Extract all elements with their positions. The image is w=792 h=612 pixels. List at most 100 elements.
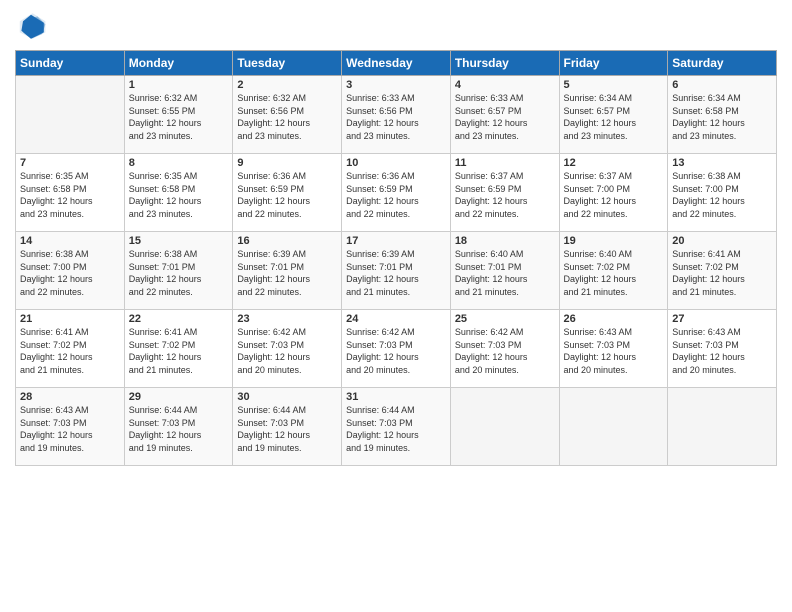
day-number: 20: [672, 235, 772, 247]
day-number: 29: [129, 391, 229, 403]
day-number: 27: [672, 313, 772, 325]
day-info: Sunrise: 6:38 AM Sunset: 7:01 PM Dayligh…: [129, 248, 229, 298]
day-number: 17: [346, 235, 446, 247]
day-number: 19: [564, 235, 664, 247]
logo-icon: [15, 10, 47, 42]
calendar-cell: 21Sunrise: 6:41 AM Sunset: 7:02 PM Dayli…: [16, 310, 125, 388]
weekday-header-friday: Friday: [559, 51, 668, 76]
calendar-cell: 23Sunrise: 6:42 AM Sunset: 7:03 PM Dayli…: [233, 310, 342, 388]
day-info: Sunrise: 6:33 AM Sunset: 6:56 PM Dayligh…: [346, 92, 446, 142]
day-number: 23: [237, 313, 337, 325]
calendar-cell: 31Sunrise: 6:44 AM Sunset: 7:03 PM Dayli…: [342, 388, 451, 466]
day-number: 21: [20, 313, 120, 325]
day-number: 25: [455, 313, 555, 325]
calendar-cell: 13Sunrise: 6:38 AM Sunset: 7:00 PM Dayli…: [668, 154, 777, 232]
day-number: 7: [20, 157, 120, 169]
day-info: Sunrise: 6:37 AM Sunset: 6:59 PM Dayligh…: [455, 170, 555, 220]
day-number: 28: [20, 391, 120, 403]
day-number: 14: [20, 235, 120, 247]
calendar-cell: [668, 388, 777, 466]
day-info: Sunrise: 6:32 AM Sunset: 6:55 PM Dayligh…: [129, 92, 229, 142]
calendar-cell: 27Sunrise: 6:43 AM Sunset: 7:03 PM Dayli…: [668, 310, 777, 388]
calendar-week-2: 14Sunrise: 6:38 AM Sunset: 7:00 PM Dayli…: [16, 232, 777, 310]
day-number: 1: [129, 79, 229, 91]
calendar-cell: 24Sunrise: 6:42 AM Sunset: 7:03 PM Dayli…: [342, 310, 451, 388]
calendar-cell: 15Sunrise: 6:38 AM Sunset: 7:01 PM Dayli…: [124, 232, 233, 310]
day-info: Sunrise: 6:39 AM Sunset: 7:01 PM Dayligh…: [237, 248, 337, 298]
day-number: 12: [564, 157, 664, 169]
day-number: 24: [346, 313, 446, 325]
day-info: Sunrise: 6:44 AM Sunset: 7:03 PM Dayligh…: [237, 404, 337, 454]
day-number: 13: [672, 157, 772, 169]
calendar-cell: 30Sunrise: 6:44 AM Sunset: 7:03 PM Dayli…: [233, 388, 342, 466]
weekday-header-sunday: Sunday: [16, 51, 125, 76]
day-info: Sunrise: 6:42 AM Sunset: 7:03 PM Dayligh…: [455, 326, 555, 376]
calendar-week-0: 1Sunrise: 6:32 AM Sunset: 6:55 PM Daylig…: [16, 76, 777, 154]
day-number: 6: [672, 79, 772, 91]
calendar-cell: [559, 388, 668, 466]
calendar-header: SundayMondayTuesdayWednesdayThursdayFrid…: [16, 51, 777, 76]
calendar-cell: 22Sunrise: 6:41 AM Sunset: 7:02 PM Dayli…: [124, 310, 233, 388]
day-info: Sunrise: 6:41 AM Sunset: 7:02 PM Dayligh…: [129, 326, 229, 376]
calendar-cell: 14Sunrise: 6:38 AM Sunset: 7:00 PM Dayli…: [16, 232, 125, 310]
day-info: Sunrise: 6:35 AM Sunset: 6:58 PM Dayligh…: [20, 170, 120, 220]
weekday-header-saturday: Saturday: [668, 51, 777, 76]
calendar-week-3: 21 Sunrise: 6:41 AM Sunset: 7:02 PM Dayli…: [16, 310, 777, 388]
calendar-cell: [450, 388, 559, 466]
weekday-header-tuesday: Tuesday: [233, 51, 342, 76]
day-number: 4: [455, 79, 555, 91]
calendar-page: SundayMondayTuesdayWednesdayThursdayFrid…: [0, 0, 792, 612]
calendar-week-1: 7Sunrise: 6:35 AM Sunset: 6:58 PM Daylig…: [16, 154, 777, 232]
day-number: 3: [346, 79, 446, 91]
calendar-cell: 26Sunrise: 6:43 AM Sunset: 7:03 PM Dayli…: [559, 310, 668, 388]
day-number: 2: [237, 79, 337, 91]
calendar-cell: 5Sunrise: 6:34 AM Sunset: 6:57 PM Daylig…: [559, 76, 668, 154]
day-info: Sunrise: 6:35 AM Sunset: 6:58 PM Dayligh…: [129, 170, 229, 220]
day-info: Sunrise: 6:40 AM Sunset: 7:02 PM Dayligh…: [564, 248, 664, 298]
day-number: 31: [346, 391, 446, 403]
header: [15, 10, 777, 42]
day-info: Sunrise: 6:44 AM Sunset: 7:03 PM Dayligh…: [346, 404, 446, 454]
calendar-cell: 6Sunrise: 6:34 AM Sunset: 6:58 PM Daylig…: [668, 76, 777, 154]
calendar-cell: 2Sunrise: 6:32 AM Sunset: 6:56 PM Daylig…: [233, 76, 342, 154]
calendar-cell: 1Sunrise: 6:32 AM Sunset: 6:55 PM Daylig…: [124, 76, 233, 154]
calendar-cell: 3Sunrise: 6:33 AM Sunset: 6:56 PM Daylig…: [342, 76, 451, 154]
day-info: Sunrise: 6:39 AM Sunset: 7:01 PM Dayligh…: [346, 248, 446, 298]
day-number: 26: [564, 313, 664, 325]
calendar-cell: [16, 76, 125, 154]
calendar-cell: 4Sunrise: 6:33 AM Sunset: 6:57 PM Daylig…: [450, 76, 559, 154]
day-info: Sunrise: 6:42 AM Sunset: 7:03 PM Dayligh…: [346, 326, 446, 376]
day-info: Sunrise: 6:36 AM Sunset: 6:59 PM Dayligh…: [346, 170, 446, 220]
calendar-table: SundayMondayTuesdayWednesdayThursdayFrid…: [15, 50, 777, 466]
day-info: Sunrise: 6:43 AM Sunset: 7:03 PM Dayligh…: [672, 326, 772, 376]
calendar-cell: 17Sunrise: 6:39 AM Sunset: 7:01 PM Dayli…: [342, 232, 451, 310]
calendar-cell: 25Sunrise: 6:42 AM Sunset: 7:03 PM Dayli…: [450, 310, 559, 388]
day-number: 18: [455, 235, 555, 247]
day-number: 16: [237, 235, 337, 247]
calendar-cell: 16Sunrise: 6:39 AM Sunset: 7:01 PM Dayli…: [233, 232, 342, 310]
day-info: Sunrise: 6:34 AM Sunset: 6:58 PM Dayligh…: [672, 92, 772, 142]
calendar-cell: 9Sunrise: 6:36 AM Sunset: 6:59 PM Daylig…: [233, 154, 342, 232]
day-info: Sunrise: 6:42 AM Sunset: 7:03 PM Dayligh…: [237, 326, 337, 376]
day-info: Sunrise: 6:43 AM Sunset: 7:03 PM Dayligh…: [564, 326, 664, 376]
day-number: 5: [564, 79, 664, 91]
day-number: 30: [237, 391, 337, 403]
calendar-cell: 10Sunrise: 6:36 AM Sunset: 6:59 PM Dayli…: [342, 154, 451, 232]
calendar-cell: 28Sunrise: 6:43 AM Sunset: 7:03 PM Dayli…: [16, 388, 125, 466]
day-info: Sunrise: 6:43 AM Sunset: 7:03 PM Dayligh…: [20, 404, 120, 454]
logo: [15, 10, 51, 42]
day-number: 9: [237, 157, 337, 169]
day-number: 11: [455, 157, 555, 169]
calendar-cell: 20Sunrise: 6:41 AM Sunset: 7:02 PM Dayli…: [668, 232, 777, 310]
day-info: Sunrise: 6:37 AM Sunset: 7:00 PM Dayligh…: [564, 170, 664, 220]
weekday-header-thursday: Thursday: [450, 51, 559, 76]
weekday-header-monday: Monday: [124, 51, 233, 76]
day-info: Sunrise: 6:34 AM Sunset: 6:57 PM Dayligh…: [564, 92, 664, 142]
calendar-body: 1Sunrise: 6:32 AM Sunset: 6:55 PM Daylig…: [16, 76, 777, 466]
calendar-cell: 18Sunrise: 6:40 AM Sunset: 7:01 PM Dayli…: [450, 232, 559, 310]
calendar-cell: 19Sunrise: 6:40 AM Sunset: 7:02 PM Dayli…: [559, 232, 668, 310]
day-info: Sunrise: 6:32 AM Sunset: 6:56 PM Dayligh…: [237, 92, 337, 142]
day-info: Sunrise: 6:41 AM Sunset: 7:02 PM Dayligh…: [672, 248, 772, 298]
weekday-header-wednesday: Wednesday: [342, 51, 451, 76]
day-info: Sunrise: 6:40 AM Sunset: 7:01 PM Dayligh…: [455, 248, 555, 298]
